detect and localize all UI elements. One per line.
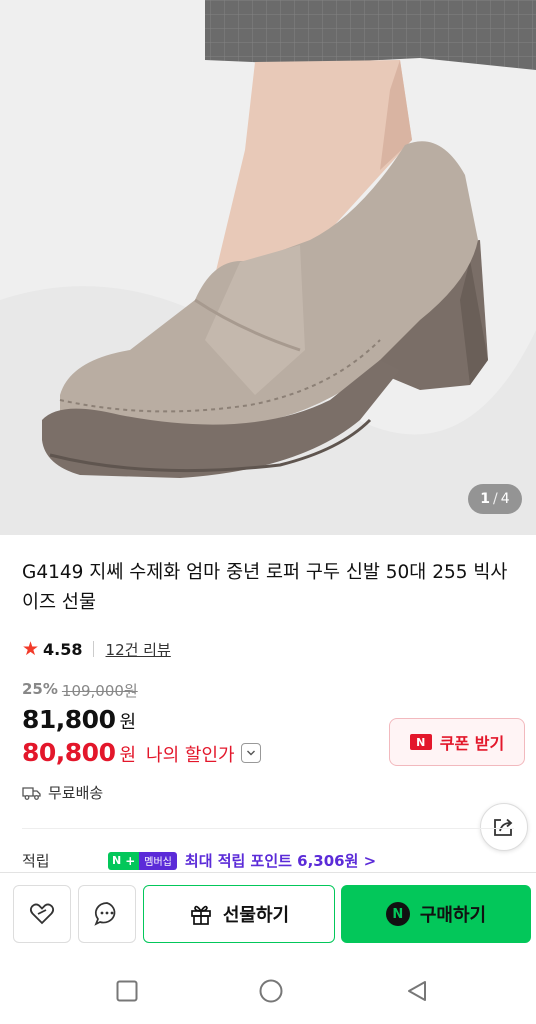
naver-plus-membership-badge: N + 멤버십 [108,851,177,870]
naver-n-icon: N [409,734,432,750]
buy-label: 구매하기 [419,905,487,926]
points-label: 적립 [22,852,50,870]
star-icon: ★ [22,638,40,660]
original-price: 109,000원 [61,682,138,700]
naver-n-icon: N [385,902,410,926]
membership-label: 멤버십 [139,851,177,870]
plus-icon: + [125,851,140,870]
my-price-label: 나의 할인가 [146,745,235,766]
back-icon[interactable] [404,978,430,1004]
my-price-unit: 원 [119,745,137,766]
price-row: 81,800 원 [22,705,136,734]
home-icon[interactable] [258,978,284,1004]
my-price-row: 80,800 원 나의 할인가 [22,738,261,767]
points-row[interactable]: 적립 N + 멤버십 최대 적립 포인트 6,306원 > [22,850,522,871]
chevron-down-icon[interactable] [240,742,261,763]
shipping-row: 무료배송 [22,782,103,803]
share-icon [494,818,513,836]
coupon-label: 쿠폰 받기 [439,734,505,753]
talk-button[interactable] [78,885,136,943]
gift-icon [191,905,211,925]
price: 81,800 [22,705,116,734]
system-nav-bar [0,956,536,1024]
points-text[interactable]: 최대 적립 포인트 6,306원 > [185,850,376,871]
heart-icon [29,903,55,925]
bottom-action-bar: 선물하기 N 구매하기 [0,872,536,956]
shipping-label: 무료배송 [48,784,104,802]
original-price-row: 25% 109,000원 [22,680,138,701]
divider [22,828,514,829]
page-separator: / [493,491,498,507]
product-title: G4149 지쎄 수제화 엄마 중년 로퍼 구두 신발 50대 255 빅사이즈… [22,562,508,613]
divider [92,641,94,657]
image-page-indicator: 1 / 4 [468,484,522,514]
recent-apps-icon[interactable] [114,978,140,1004]
naver-n-icon: N [108,851,126,870]
gift-label: 선물하기 [222,905,290,926]
price-unit: 원 [119,712,137,733]
product-image[interactable]: 1 / 4 [0,0,536,535]
page-current: 1 [480,491,491,507]
page-total: 4 [500,491,510,507]
rating-row: ★ 4.58 12건 리뷰 [22,637,171,661]
rating-score: 4.58 [43,639,83,659]
chat-bubble-icon [94,902,116,926]
share-button[interactable] [480,803,528,851]
coupon-button[interactable]: N 쿠폰 받기 [389,718,525,766]
buy-button[interactable]: N 구매하기 [341,885,531,943]
my-price: 80,800 [22,738,116,767]
discount-percent: 25% [22,680,58,698]
gift-button[interactable]: 선물하기 [143,885,335,943]
truck-icon [22,786,41,800]
wishlist-button[interactable] [13,885,71,943]
loafer-illustration [0,0,536,535]
reviews-link[interactable]: 12건 리뷰 [106,639,171,660]
